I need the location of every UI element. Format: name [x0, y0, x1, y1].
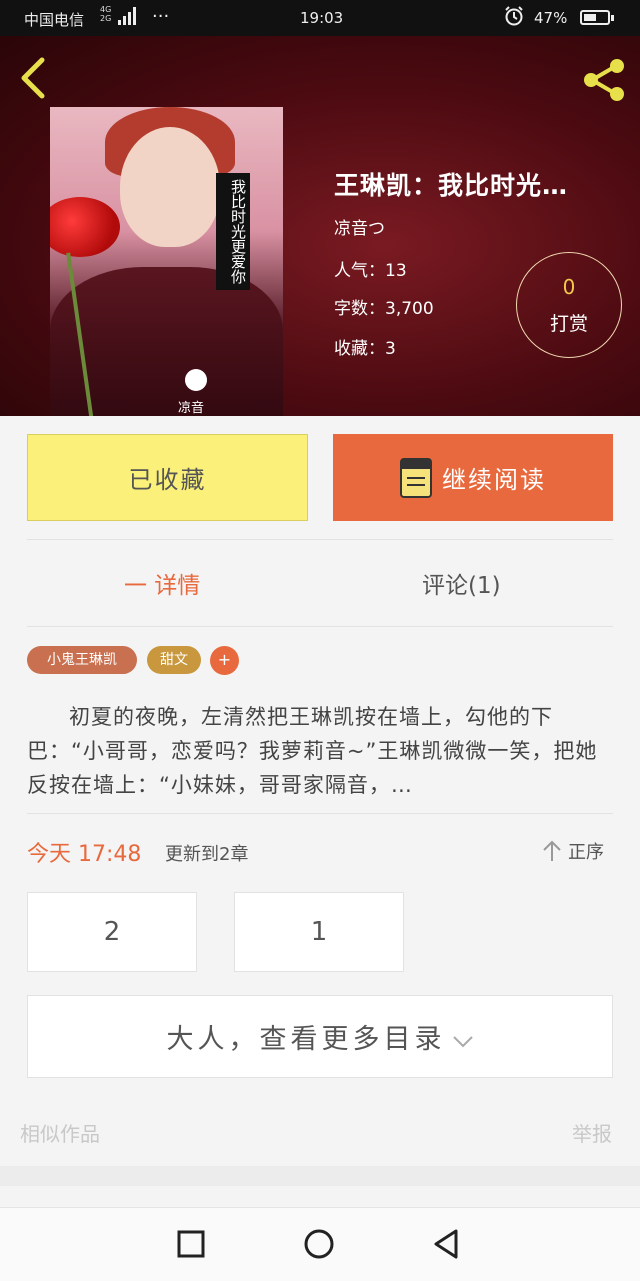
sort-order-label: 正序: [568, 842, 604, 863]
book-author[interactable]: 凉音つ: [334, 214, 385, 239]
divider: [27, 813, 613, 814]
more-catalog-label: 大人，查看更多目录: [166, 1024, 446, 1055]
favorited-button[interactable]: 已收藏: [27, 434, 308, 521]
rose-image: [50, 197, 120, 257]
system-nav-bar: [0, 1207, 640, 1281]
reward-button[interactable]: 0 打赏: [516, 252, 622, 358]
continue-reading-label: 继续阅读: [442, 466, 546, 494]
more-notifications-icon: ···: [152, 6, 170, 27]
chevron-down-icon: [452, 1035, 473, 1047]
arrow-up-icon: [543, 840, 561, 861]
similar-works-link[interactable]: 相似作品: [20, 1118, 100, 1147]
favorited-label: 已收藏: [128, 466, 207, 494]
book-word-count: 字数：3,700: [334, 299, 434, 319]
battery-percent: 47%: [534, 9, 568, 27]
chapter-number: 2: [103, 917, 121, 947]
clock: 19:03: [300, 9, 344, 27]
reward-label: 打赏: [549, 313, 588, 335]
cover-brand: 凉音: [178, 401, 205, 416]
share-icon[interactable]: [580, 56, 628, 104]
status-bar: 中国电信 4G 2G ··· 19:03 47%: [0, 0, 640, 36]
book-title: 王琳凯：我比时光…: [334, 171, 569, 200]
network-type: 4G 2G: [100, 5, 112, 23]
cover-caption: 我比时光更爱你: [216, 173, 250, 290]
carrier-label: 中国电信: [24, 11, 85, 29]
back-icon[interactable]: [16, 56, 52, 100]
cover-mascot: [185, 369, 207, 391]
book-icon: [400, 457, 432, 498]
divider: [27, 626, 613, 627]
tab-comments[interactable]: 评论(1): [422, 566, 501, 600]
book-cover[interactable]: 我比时光更爱你 凉音: [50, 107, 283, 416]
continue-reading-button[interactable]: 继续阅读: [333, 434, 613, 521]
alarm-icon: [505, 6, 523, 26]
back-nav-icon[interactable]: [428, 1226, 464, 1262]
battery-icon: [580, 10, 614, 25]
add-tag-button[interactable]: +: [210, 646, 239, 675]
tag-chip[interactable]: 小鬼王琳凯: [27, 646, 137, 674]
report-link[interactable]: 举报: [572, 1118, 612, 1147]
chapter-button[interactable]: 2: [27, 892, 197, 972]
book-header: 我比时光更爱你 凉音 王琳凯：我比时光… 凉音つ 人气：13 字数：3,700 …: [0, 36, 640, 416]
footer-divider: [0, 1166, 640, 1186]
update-status: 更新到2章: [165, 844, 249, 865]
book-favorites: 收藏：3: [334, 339, 396, 359]
chapter-number: 1: [310, 917, 328, 947]
chapter-button[interactable]: 1: [234, 892, 404, 972]
more-catalog-button[interactable]: 大人，查看更多目录: [27, 995, 613, 1078]
recents-icon[interactable]: [173, 1226, 209, 1262]
reward-count: 0: [562, 275, 576, 299]
home-icon[interactable]: [301, 1226, 337, 1262]
tab-details[interactable]: 一 详情: [124, 566, 200, 600]
book-synopsis[interactable]: 初夏的夜晚，左清然把王琳凯按在墙上，勾他的下巴：“小哥哥，恋爱吗？我萝莉音~”王…: [27, 700, 613, 802]
tag-chip[interactable]: 甜文: [147, 646, 201, 674]
update-time: 今天 17:48: [27, 842, 142, 867]
sort-order-toggle[interactable]: 正序: [542, 838, 604, 864]
signal-icon: [118, 7, 136, 25]
book-popularity: 人气：13: [334, 261, 407, 281]
divider: [27, 539, 613, 540]
